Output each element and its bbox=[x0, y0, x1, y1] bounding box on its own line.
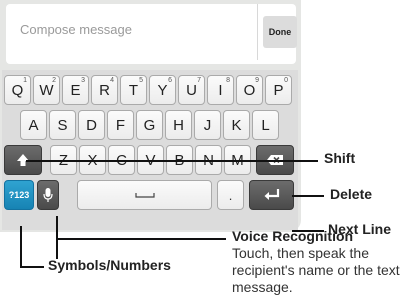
symbols-callout-line bbox=[20, 266, 44, 268]
key-label: P bbox=[273, 81, 284, 99]
key-label: E bbox=[70, 81, 81, 99]
key-label: I bbox=[218, 81, 223, 99]
key-hint: 9 bbox=[255, 77, 259, 84]
key-hint: 2 bbox=[52, 77, 56, 84]
key-label: O bbox=[243, 81, 256, 99]
key-l[interactable]: L bbox=[252, 110, 279, 140]
key-hint: 6 bbox=[168, 77, 172, 84]
shift-callout-line bbox=[26, 160, 318, 162]
key-label: U bbox=[186, 81, 197, 99]
enter-key[interactable] bbox=[249, 180, 294, 210]
symbols-label: ?123 bbox=[8, 190, 30, 200]
key-w[interactable]: W 2 bbox=[33, 75, 60, 105]
key-q[interactable]: Q 1 bbox=[4, 75, 31, 105]
key-g[interactable]: G bbox=[136, 110, 163, 140]
phone-screen: Compose message Done Q 1 W 2 E 3 R 4 T 5… bbox=[0, 0, 301, 232]
voice-recognition-description: Touch, then speak the recipient's name o… bbox=[232, 245, 400, 295]
key-p[interactable]: P 0 bbox=[265, 75, 292, 105]
key-o[interactable]: O 9 bbox=[236, 75, 263, 105]
key-label: Y bbox=[157, 81, 168, 99]
keyboard: Q 1 W 2 E 3 R 4 T 5 Y 6 U 7 I 8 O 9 P 0 … bbox=[2, 70, 298, 230]
key-k[interactable]: K bbox=[223, 110, 250, 140]
voice-key[interactable] bbox=[37, 180, 59, 210]
symbols-numbers-callout: Symbols/Numbers bbox=[48, 257, 171, 273]
key-u[interactable]: U 7 bbox=[178, 75, 205, 105]
key-d[interactable]: D bbox=[78, 110, 105, 140]
key-hint: 1 bbox=[23, 77, 27, 84]
voice-recognition-callout: Voice Recognition bbox=[232, 228, 354, 244]
key-hint: 8 bbox=[226, 77, 230, 84]
space-bar[interactable] bbox=[77, 180, 212, 210]
key-hint: 7 bbox=[197, 77, 201, 84]
delete-callout-line bbox=[292, 195, 324, 197]
key-e[interactable]: E 3 bbox=[62, 75, 89, 105]
key-i[interactable]: I 8 bbox=[207, 75, 234, 105]
key-hint: 4 bbox=[110, 77, 114, 84]
key-s[interactable]: S bbox=[49, 110, 76, 140]
key-label: W bbox=[39, 81, 54, 99]
enter-arrow-icon bbox=[264, 189, 279, 200]
key-j[interactable]: J bbox=[194, 110, 221, 140]
key-f[interactable]: F bbox=[107, 110, 134, 140]
key-hint: 5 bbox=[139, 77, 143, 84]
symbols-callout-vline bbox=[20, 226, 22, 268]
key-hint: 0 bbox=[284, 77, 288, 84]
key-h[interactable]: H bbox=[165, 110, 192, 140]
compose-bar: Compose message Done bbox=[6, 4, 297, 64]
space-icon bbox=[134, 193, 155, 198]
delete-callout: Delete bbox=[330, 186, 373, 202]
voice-callout-line bbox=[56, 238, 226, 240]
key-y[interactable]: Y 6 bbox=[149, 75, 176, 105]
done-button[interactable]: Done bbox=[263, 16, 297, 48]
microphone-icon bbox=[43, 188, 53, 202]
key-t[interactable]: T 5 bbox=[120, 75, 147, 105]
period-label: . bbox=[228, 187, 233, 203]
key-label: T bbox=[128, 81, 139, 99]
key-r[interactable]: R 4 bbox=[91, 75, 118, 105]
period-key[interactable]: . bbox=[217, 180, 244, 210]
shift-callout: Shift bbox=[324, 150, 356, 166]
key-hint: 3 bbox=[81, 77, 85, 84]
compose-message-input[interactable]: Compose message bbox=[6, 4, 258, 60]
key-label: Q bbox=[11, 81, 24, 99]
key-a[interactable]: A bbox=[20, 110, 47, 140]
key-label: R bbox=[99, 81, 110, 99]
symbols-numbers-key[interactable]: ?123 bbox=[4, 180, 34, 210]
